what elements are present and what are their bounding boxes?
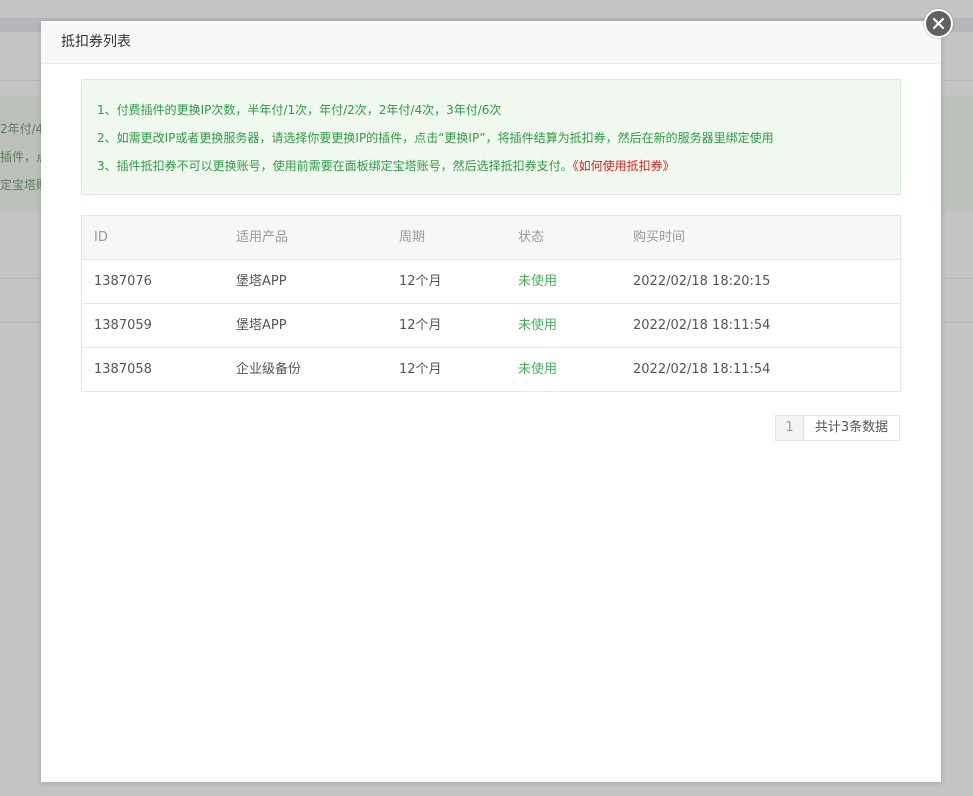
background-text: 2年付/4 (0, 122, 44, 136)
page-1-button[interactable]: 1 (775, 415, 804, 441)
notice-box: 1、付费插件的更换IP次数，半年付/1次，年付/2次，2年付/4次，3年付/6次… (81, 79, 901, 195)
table-row: 1387058 企业级备份 12个月 未使用 2022/02/18 18:11:… (82, 348, 900, 391)
voucher-table: ID 适用产品 周期 状态 购买时间 1387076 堡塔APP 12个月 未使… (81, 215, 901, 392)
total-count-label: 共计3条数据 (804, 415, 900, 441)
cell-period: 12个月 (399, 362, 442, 377)
cell-status: 未使用 (518, 362, 558, 377)
column-header-status: 状态 (518, 230, 545, 245)
cell-period: 12个月 (399, 274, 442, 289)
cell-status: 未使用 (518, 274, 558, 289)
cell-id: 1387058 (94, 362, 152, 377)
column-header-period: 周期 (399, 230, 426, 245)
modal-title: 抵扣券列表 (41, 21, 941, 64)
notice-line-1: 1、付费插件的更换IP次数，半年付/1次，年付/2次，2年付/4次，3年付/6次 (97, 103, 502, 117)
column-header-purchase-time: 购买时间 (633, 230, 686, 245)
column-header-product: 适用产品 (236, 230, 289, 245)
how-to-use-voucher-link[interactable]: 《如何使用抵扣券》 (573, 159, 675, 173)
table-header-row: ID 适用产品 周期 状态 购买时间 (82, 216, 900, 260)
close-button[interactable] (924, 9, 953, 38)
cell-period: 12个月 (399, 318, 442, 333)
notice-line-3: 3、插件抵扣券不可以更换账号，使用前需要在面板绑定宝塔账号，然后选择抵扣券支付。… (97, 157, 675, 174)
table-row: 1387059 堡塔APP 12个月 未使用 2022/02/18 18:11:… (82, 304, 900, 348)
cell-product: 堡塔APP (236, 274, 287, 289)
cell-product: 堡塔APP (236, 318, 287, 333)
cell-id: 1387059 (94, 318, 152, 333)
cell-status: 未使用 (518, 318, 558, 333)
close-icon (932, 17, 945, 30)
notice-line-3-text: 3、插件抵扣券不可以更换账号，使用前需要在面板绑定宝塔账号，然后选择抵扣券支付。 (97, 159, 573, 173)
voucher-list-modal: 抵扣券列表 1、付费插件的更换IP次数，半年付/1次，年付/2次，2年付/4次，… (41, 21, 941, 782)
table-row: 1387076 堡塔APP 12个月 未使用 2022/02/18 18:20:… (82, 260, 900, 304)
cell-id: 1387076 (94, 274, 152, 289)
cell-purchase-time: 2022/02/18 18:11:54 (633, 318, 771, 333)
cell-purchase-time: 2022/02/18 18:11:54 (633, 362, 771, 377)
notice-line-2: 2、如需更改IP或者更换服务器，请选择你要更换IP的插件，点击“更换IP”，将插… (97, 131, 774, 145)
column-header-id: ID (94, 230, 108, 245)
cell-product: 企业级备份 (236, 362, 302, 377)
cell-purchase-time: 2022/02/18 18:20:15 (633, 274, 771, 289)
pagination: 1 共计3条数据 (775, 415, 900, 441)
